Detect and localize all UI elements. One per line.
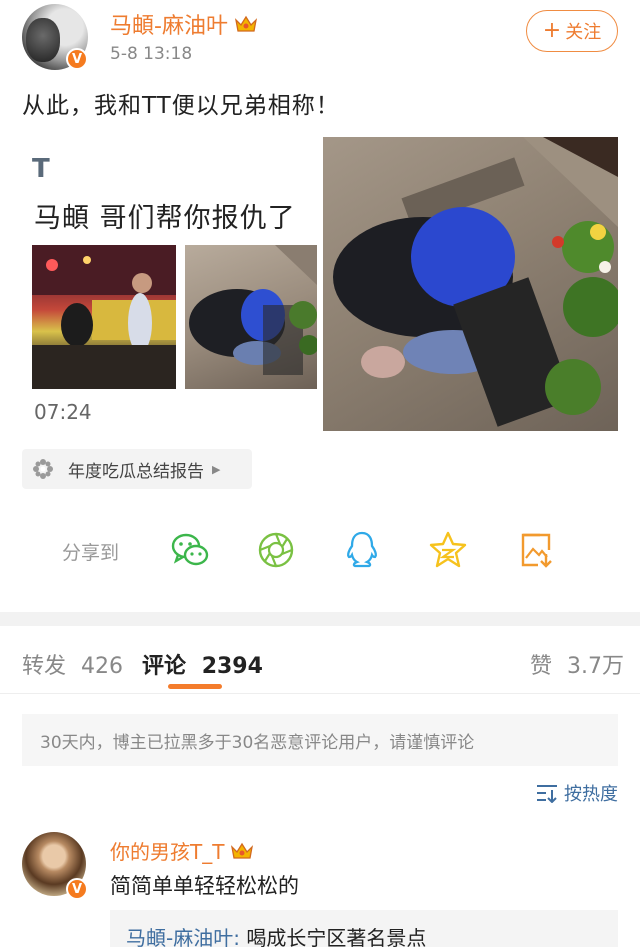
crown-icon (231, 842, 254, 859)
follow-button[interactable]: + 关注 (526, 10, 618, 52)
commenter-name[interactable]: 你的男孩T_T (110, 836, 254, 865)
video-thumbnail-1[interactable] (32, 245, 176, 389)
tab-comments[interactable]: 评论 2394 (142, 648, 263, 680)
flower-icon (33, 459, 53, 479)
active-tab-indicator (168, 684, 222, 689)
comment-text: 简简单单轻轻松松的 (110, 874, 299, 898)
tab-reposts-label: 转发 (22, 654, 67, 679)
post-text: 从此，我和TT便以兄弟相称！ (22, 93, 340, 119)
report-chip-label: 年度吃瓜总结报告 (68, 461, 204, 482)
reply-author[interactable]: 马頔-麻油叶: (126, 926, 240, 947)
commenter-name-text[interactable]: 你的男孩T_T (110, 836, 224, 865)
video-duration: 07:24 (34, 400, 92, 424)
post-image[interactable] (323, 137, 618, 431)
author-name[interactable]: 马頔-麻油叶 (110, 8, 258, 40)
tab-comments-count: 2394 (201, 654, 263, 679)
report-chip[interactable]: 年度吃瓜总结报告 ▶ (22, 449, 252, 489)
card-badge: T (32, 154, 50, 184)
sort-button[interactable]: 按热度 (536, 780, 618, 806)
post-time: 5-8 13:18 (110, 44, 193, 64)
share-label: 分享到 (62, 542, 120, 564)
reply-text: 喝成长宁区著名景点 (239, 926, 427, 947)
sort-icon (537, 785, 557, 803)
section-divider (0, 612, 640, 626)
qzone-icon[interactable] (428, 530, 468, 570)
sort-label: 按热度 (564, 784, 618, 805)
wechat-icon[interactable] (170, 530, 210, 570)
arrow-right-icon: ▶ (212, 462, 221, 476)
follow-label: 关注 (565, 22, 602, 43)
tab-reposts-count: 426 (81, 654, 124, 679)
reply-preview[interactable]: 马頔-麻油叶: 喝成长宁区著名景点 (110, 910, 618, 947)
verified-badge-icon: V (66, 878, 88, 900)
crouching-person-large-photo (323, 137, 618, 427)
tab-reposts[interactable]: 转发 426 (22, 648, 123, 680)
tab-likes[interactable]: 赞 3.7万 (530, 648, 624, 680)
tab-likes-label: 赞 (530, 654, 553, 679)
crown-icon (234, 15, 257, 32)
comment-notice-text: 30天内，博主已拉黑多于30名恶意评论用户，请谨慎评论 (40, 732, 475, 753)
author-name-text[interactable]: 马頔-麻油叶 (110, 8, 228, 40)
qq-icon[interactable] (342, 530, 382, 570)
street-night-photo (32, 245, 176, 389)
crouching-person-photo (185, 245, 317, 375)
tab-comments-label: 评论 (142, 654, 187, 679)
verified-badge-icon: V (66, 48, 88, 70)
plus-icon: + (542, 18, 562, 43)
tabs-divider (0, 693, 640, 694)
moments-icon[interactable] (256, 530, 296, 570)
tab-likes-count: 3.7万 (567, 654, 625, 679)
video-thumbnail-2[interactable] (185, 245, 317, 389)
card-title: 马頔 哥们帮你报仇了 (34, 203, 296, 234)
comment-notice: 30天内，博主已拉黑多于30名恶意评论用户，请谨慎评论 (22, 714, 618, 766)
save-image-icon[interactable] (516, 530, 556, 570)
